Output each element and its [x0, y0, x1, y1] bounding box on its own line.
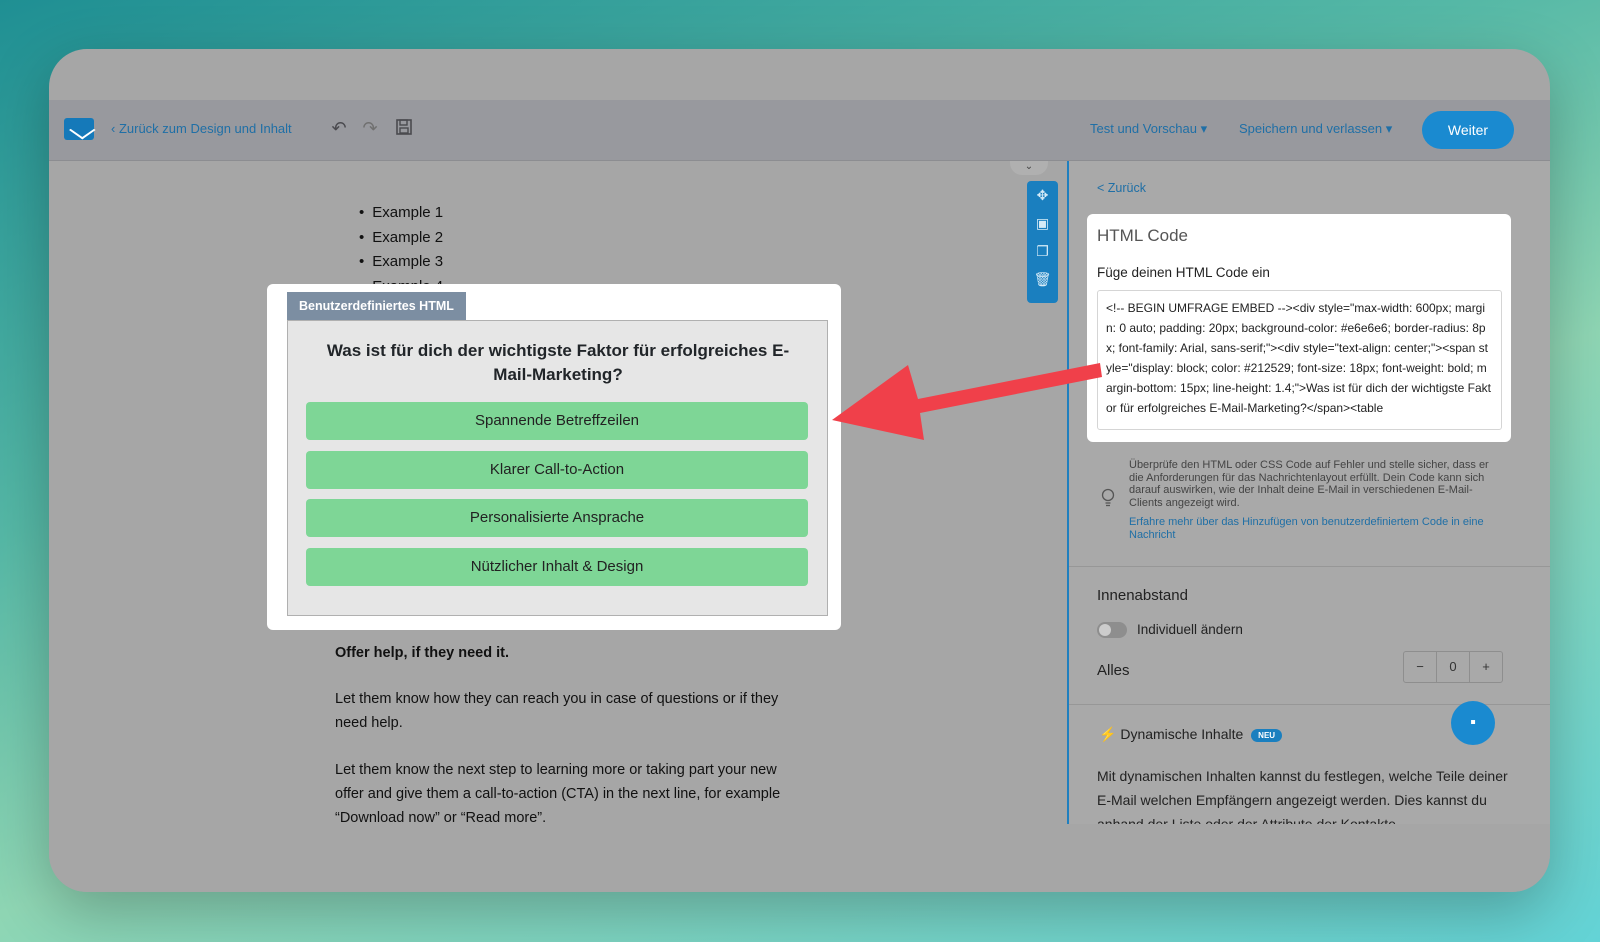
chat-icon[interactable]: ▪: [1451, 701, 1495, 745]
red-arrow-annotation: [832, 363, 1102, 440]
decrement-button[interactable]: −: [1404, 652, 1436, 682]
trash-icon[interactable]: 🗑: [1027, 265, 1058, 293]
test-preview-label: Test und Vorschau: [1090, 121, 1197, 136]
block-tab-label: Benutzerdefiniertes HTML: [287, 292, 466, 320]
body-paragraph: Let them know the next step to learning …: [335, 762, 781, 826]
toggle-label: Individuell ändern: [1137, 622, 1243, 637]
padding-value-input[interactable]: 0: [1436, 652, 1470, 682]
html-code-label: Füge deinen HTML Code ein: [1097, 265, 1270, 280]
move-icon[interactable]: ✥: [1027, 181, 1058, 209]
increment-button[interactable]: +: [1470, 652, 1502, 682]
back-to-design-link[interactable]: ‹ Zurück zum Design und Inhalt: [111, 121, 292, 136]
dynamic-content-label: Dynamische Inhalte: [1120, 726, 1244, 742]
lightbulb-icon: [1099, 486, 1117, 508]
lightning-icon: ⚡: [1099, 726, 1117, 742]
next-button[interactable]: Weiter: [1422, 111, 1514, 149]
html-code-card: HTML Code Füge deinen HTML Code ein <!--…: [1087, 214, 1511, 442]
panel-back-link[interactable]: < Zurück: [1097, 181, 1146, 195]
survey-option[interactable]: Nützlicher Inhalt & Design: [306, 548, 808, 586]
new-badge: NEU: [1251, 728, 1283, 742]
block-toolbar: ✥ ▣ ❐ 🗑: [1027, 181, 1058, 303]
save-exit-dropdown[interactable]: Speichern und verlassen ▾: [1239, 121, 1392, 137]
offer-help-heading: Offer help, if they need it.: [335, 645, 510, 661]
individual-padding-toggle[interactable]: [1097, 622, 1127, 638]
window-footer: [49, 824, 1550, 892]
duplicate-icon[interactable]: ❐: [1027, 237, 1058, 265]
code-hint-text: Überprüfe den HTML oder CSS Code auf Feh…: [1129, 459, 1489, 509]
all-padding-label: Alles: [1097, 662, 1130, 679]
top-toolbar: ‹ Zurück zum Design und Inhalt ↶ ↷ Test …: [49, 100, 1550, 161]
padding-stepper: − 0 +: [1403, 651, 1503, 683]
test-preview-dropdown[interactable]: Test und Vorschau ▾: [1090, 121, 1207, 137]
undo-icon[interactable]: ↶: [329, 118, 349, 138]
html-code-input[interactable]: <!-- BEGIN UMFRAGE EMBED --><div style="…: [1097, 290, 1502, 430]
save-exit-label: Speichern und verlassen: [1239, 121, 1383, 136]
body-paragraph: Let them know how they can reach you in …: [335, 691, 779, 731]
envelope-logo-icon[interactable]: [64, 118, 94, 140]
padding-title: Innenabstand: [1097, 587, 1188, 604]
survey-option[interactable]: Klarer Call-to-Action: [306, 451, 808, 489]
dynamic-content-title: ⚡ Dynamische Inhalte NEU: [1099, 726, 1283, 743]
list-item: Example 1: [359, 201, 443, 226]
app-window: ‹ Zurück zum Design und Inhalt ↶ ↷ Test …: [49, 49, 1550, 892]
survey-option[interactable]: Spannende Betreffzeilen: [306, 402, 808, 440]
save-icon[interactable]: [394, 118, 414, 138]
settings-panel: < Zurück HTML Code Füge deinen HTML Code…: [1067, 161, 1550, 832]
code-help-link[interactable]: Erfahre mehr über das Hinzufügen von ben…: [1129, 516, 1499, 541]
divider: [1069, 566, 1550, 567]
survey-preview: Was ist für dich der wichtigste Faktor f…: [287, 320, 828, 616]
list-item: Example 2: [359, 226, 443, 251]
redo-icon[interactable]: ↷: [360, 118, 380, 138]
email-canvas: ⌄ Example 1 Example 2 Example 3 Example …: [49, 161, 1067, 826]
custom-html-block[interactable]: Benutzerdefiniertes HTML Was ist für dic…: [267, 284, 841, 630]
list-item: Example 3: [359, 250, 443, 275]
survey-option[interactable]: Personalisierte Ansprache: [306, 499, 808, 537]
html-code-text[interactable]: <!-- BEGIN UMFRAGE EMBED --><div style="…: [1098, 291, 1501, 425]
back-label: Zurück zum Design und Inhalt: [118, 121, 292, 136]
chevron-down-icon[interactable]: ⌄: [1010, 161, 1048, 175]
survey-question: Was ist für dich der wichtigste Faktor f…: [326, 341, 790, 384]
save-block-icon[interactable]: ▣: [1027, 209, 1058, 237]
html-code-title: HTML Code: [1097, 226, 1189, 245]
